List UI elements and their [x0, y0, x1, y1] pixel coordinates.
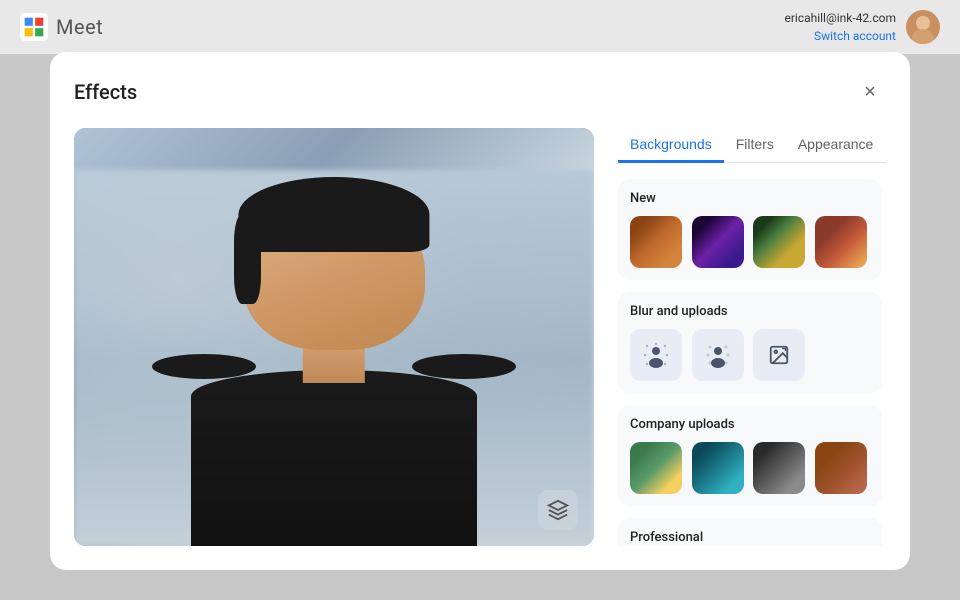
header-right: ericahill@ink-42.com Switch account: [784, 10, 940, 44]
switch-account-link[interactable]: Switch account: [814, 29, 896, 43]
section-professional: Professional: [618, 518, 882, 546]
background-thumb-new-1[interactable]: [630, 216, 682, 268]
section-new: New: [618, 179, 882, 280]
modal-title: Effects: [74, 80, 137, 104]
section-new-title: New: [630, 191, 870, 206]
person-shoulder-left: [152, 354, 256, 379]
person-hair-top: [238, 177, 429, 252]
modal-content: Backgrounds Filters Appearance New: [74, 128, 886, 546]
background-thumb-company-4[interactable]: [815, 442, 867, 494]
background-thumb-company-2[interactable]: [692, 442, 744, 494]
background-thumb-company-1[interactable]: [630, 442, 682, 494]
blur-full-button[interactable]: [630, 329, 682, 381]
section-professional-title: Professional: [630, 530, 870, 545]
tab-backgrounds[interactable]: Backgrounds: [618, 128, 724, 163]
section-blur-grid: [630, 329, 870, 381]
account-info: ericahill@ink-42.com Switch account: [784, 11, 896, 44]
account-email: ericahill@ink-42.com: [784, 11, 896, 25]
background-thumb-new-3[interactable]: [753, 216, 805, 268]
person-container: [74, 128, 594, 546]
header-left: Meet: [20, 13, 103, 41]
person-face: [243, 199, 425, 349]
effects-modal: Effects ×: [50, 52, 910, 570]
background-thumb-new-4[interactable]: [815, 216, 867, 268]
google-meet-logo: [20, 13, 48, 41]
person-body: [191, 370, 477, 546]
upload-background-button[interactable]: [753, 329, 805, 381]
modal-header: Effects ×: [74, 76, 886, 108]
person-shoulder-right: [412, 354, 516, 379]
video-preview: [74, 128, 594, 546]
section-blur: Blur and uploads: [618, 292, 882, 393]
background-thumb-company-3[interactable]: [753, 442, 805, 494]
avatar[interactable]: [906, 10, 940, 44]
video-background: [74, 128, 594, 546]
section-company-grid: [630, 442, 870, 494]
section-blur-title: Blur and uploads: [630, 304, 870, 319]
right-panel: Backgrounds Filters Appearance New: [618, 128, 886, 546]
panel-scroll: New Blur and uploads: [618, 179, 886, 546]
section-company: Company uploads: [618, 405, 882, 506]
header: Meet ericahill@ink-42.com Switch account: [0, 0, 960, 54]
tab-appearance[interactable]: Appearance: [786, 128, 886, 163]
section-new-grid: [630, 216, 870, 268]
close-button[interactable]: ×: [854, 76, 886, 108]
person-hair-left: [234, 214, 261, 304]
tab-filters[interactable]: Filters: [724, 128, 786, 163]
tabs-container: Backgrounds Filters Appearance: [618, 128, 886, 163]
app-name: Meet: [56, 15, 103, 39]
blur-light-button[interactable]: [692, 329, 744, 381]
section-company-title: Company uploads: [630, 417, 870, 432]
layers-button[interactable]: [538, 490, 578, 530]
background-thumb-new-2[interactable]: [692, 216, 744, 268]
